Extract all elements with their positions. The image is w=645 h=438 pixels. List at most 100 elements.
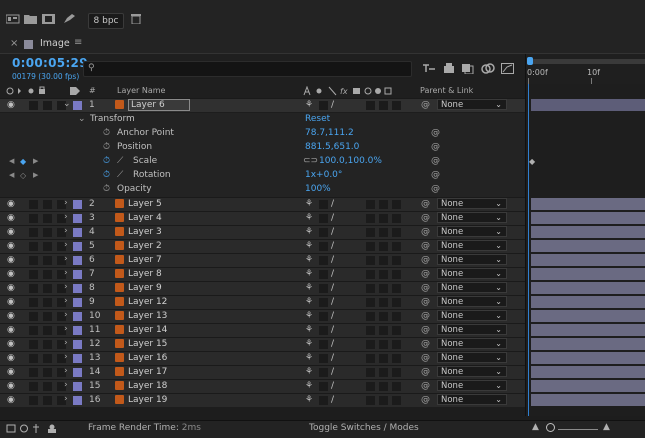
constrain-proportions-link-icon[interactable]: ⊂⊃ <box>303 156 318 166</box>
stopwatch-icon[interactable]: ⏱ <box>103 184 110 194</box>
layer-name[interactable]: Layer 13 <box>128 311 167 321</box>
shy-switch-icon[interactable]: ⚘ <box>305 381 313 391</box>
audio-toggle[interactable] <box>29 340 38 349</box>
layer-row[interactable]: ◉ › 16 Layer 19 ⚘ / @ None ⌄ <box>0 393 525 407</box>
audio-toggle[interactable] <box>29 214 38 223</box>
current-time-indicator[interactable] <box>528 84 529 416</box>
layer-label-color[interactable] <box>73 284 82 293</box>
layer-row[interactable]: ◉ › 6 Layer 7 ⚘ / @ None ⌄ <box>0 253 525 267</box>
expand-chevron-icon[interactable]: › <box>64 282 68 292</box>
layer-name[interactable]: Layer 19 <box>128 395 167 405</box>
solo-toggle[interactable] <box>43 228 52 237</box>
effect-switch[interactable] <box>366 270 375 279</box>
layer-name[interactable]: Layer 2 <box>128 241 162 251</box>
solo-toggle[interactable] <box>43 270 52 279</box>
quality-switch-icon[interactable]: / <box>331 311 334 321</box>
layer-label-color[interactable] <box>73 298 82 307</box>
shy-switch-icon[interactable]: ⚘ <box>305 367 313 377</box>
frame-blend-switch[interactable] <box>379 101 388 110</box>
collapse-switch[interactable] <box>319 270 328 279</box>
graph-editor-icon[interactable] <box>501 63 515 77</box>
collapse-switch[interactable] <box>319 228 328 237</box>
audio-toggle[interactable] <box>29 228 38 237</box>
frame-blend-switch[interactable] <box>379 298 388 307</box>
solo-toggle[interactable] <box>43 354 52 363</box>
solo-toggle[interactable] <box>43 284 52 293</box>
parent-pickwhip-icon[interactable]: @ <box>421 367 430 377</box>
layer-duration-bar[interactable] <box>531 310 645 322</box>
keyframe-diamond-empty-icon[interactable]: ◇ <box>20 171 26 180</box>
layer-row[interactable]: ◉ › 10 Layer 13 ⚘ / @ None ⌄ <box>0 309 525 323</box>
visibility-eye-icon[interactable]: ◉ <box>7 241 15 251</box>
motion-blur-switch[interactable] <box>392 101 401 110</box>
layer-row[interactable]: ◉ › 12 Layer 15 ⚘ / @ None ⌄ <box>0 337 525 351</box>
shy-switch-icon[interactable]: ⚘ <box>305 297 313 307</box>
motion-blur-switch[interactable] <box>392 214 401 223</box>
layer-name[interactable]: Layer 12 <box>128 297 167 307</box>
solo-toggle[interactable] <box>43 242 52 251</box>
transform-chevron-icon[interactable]: ⌄ <box>78 114 86 124</box>
layer-label-color[interactable] <box>73 382 82 391</box>
stopwatch-icon[interactable]: ⏱ <box>103 142 110 152</box>
parent-pickwhip-icon[interactable]: @ <box>421 353 430 363</box>
parent-pickwhip-icon[interactable]: @ <box>421 283 430 293</box>
solo-toggle[interactable] <box>43 214 52 223</box>
parent-dropdown[interactable]: None ⌄ <box>437 324 507 335</box>
audio-toggle[interactable] <box>29 284 38 293</box>
folder-icon[interactable] <box>24 14 38 24</box>
layer-row[interactable]: ◉ › 11 Layer 14 ⚘ / @ None ⌄ <box>0 323 525 337</box>
layer-row[interactable]: ◉ › 8 Layer 9 ⚘ / @ None ⌄ <box>0 281 525 295</box>
parent-dropdown[interactable]: None ⌄ <box>437 212 507 223</box>
frame-blending-icon[interactable] <box>461 63 475 77</box>
effect-switch[interactable] <box>366 101 375 110</box>
layer-name[interactable]: Layer 14 <box>128 325 167 335</box>
visibility-eye-icon[interactable]: ◉ <box>7 353 15 363</box>
layer-row[interactable]: ◉ › 15 Layer 18 ⚘ / @ None ⌄ <box>0 379 525 393</box>
property-row-anchor-point[interactable]: ⏱ Anchor Point 78.7,111.2 @ <box>0 127 525 141</box>
solo-toggle[interactable] <box>43 396 52 405</box>
effect-switch[interactable] <box>366 242 375 251</box>
motion-blur-switch[interactable] <box>392 256 401 265</box>
next-keyframe-icon[interactable]: ▶ <box>33 157 38 165</box>
parent-dropdown[interactable]: None ⌄ <box>437 254 507 265</box>
effect-switch[interactable] <box>366 396 375 405</box>
stopwatch-active-icon[interactable]: ⏱ <box>103 170 110 180</box>
composition-flowchart-icon[interactable] <box>5 14 20 24</box>
motion-blur-switch[interactable] <box>392 396 401 405</box>
visibility-eye-icon[interactable]: ◉ <box>7 255 15 265</box>
effect-switch[interactable] <box>366 256 375 265</box>
audio-toggle[interactable] <box>29 270 38 279</box>
audio-toggle[interactable] <box>29 312 38 321</box>
expand-chevron-icon[interactable]: › <box>64 324 68 334</box>
audio-toggle[interactable] <box>29 382 38 391</box>
parent-dropdown[interactable]: None ⌄ <box>437 338 507 349</box>
solo-toggle[interactable] <box>43 101 52 110</box>
motion-blur-switch[interactable] <box>392 340 401 349</box>
zoom-slider[interactable] <box>558 429 598 430</box>
layer-name[interactable]: Layer 4 <box>128 213 162 223</box>
shy-switch-icon[interactable]: ⚘ <box>305 227 313 237</box>
layer-label-color[interactable] <box>73 214 82 223</box>
effect-switch[interactable] <box>366 340 375 349</box>
switches-header-icons[interactable]: fx <box>303 85 403 98</box>
parent-pickwhip-icon[interactable]: @ <box>421 325 430 335</box>
comp-mini-flowchart-icon[interactable] <box>422 63 436 77</box>
frame-blend-switch[interactable] <box>379 200 388 209</box>
film-icon[interactable] <box>42 14 56 24</box>
layer-duration-bar[interactable] <box>531 338 645 350</box>
property-row-opacity[interactable]: ⏱ Opacity 100% @ <box>0 183 525 197</box>
toggle-switches-modes-button[interactable]: Toggle Switches / Modes <box>309 423 419 433</box>
layer-name[interactable]: Layer 7 <box>128 255 162 265</box>
collapse-switch[interactable] <box>319 101 328 110</box>
effect-switch[interactable] <box>366 368 375 377</box>
expand-chevron-icon[interactable]: › <box>64 240 68 250</box>
layer-duration-bar[interactable] <box>531 198 645 210</box>
effect-switch[interactable] <box>366 214 375 223</box>
shy-switch-icon[interactable]: ⚘ <box>305 311 313 321</box>
collapse-switch[interactable] <box>319 354 328 363</box>
effect-switch[interactable] <box>366 284 375 293</box>
keyframe-diamond-icon[interactable]: ◆ <box>20 157 26 166</box>
collapse-switch[interactable] <box>319 298 328 307</box>
layer-name[interactable]: Layer 15 <box>128 339 167 349</box>
parent-dropdown[interactable]: None ⌄ <box>437 282 507 293</box>
